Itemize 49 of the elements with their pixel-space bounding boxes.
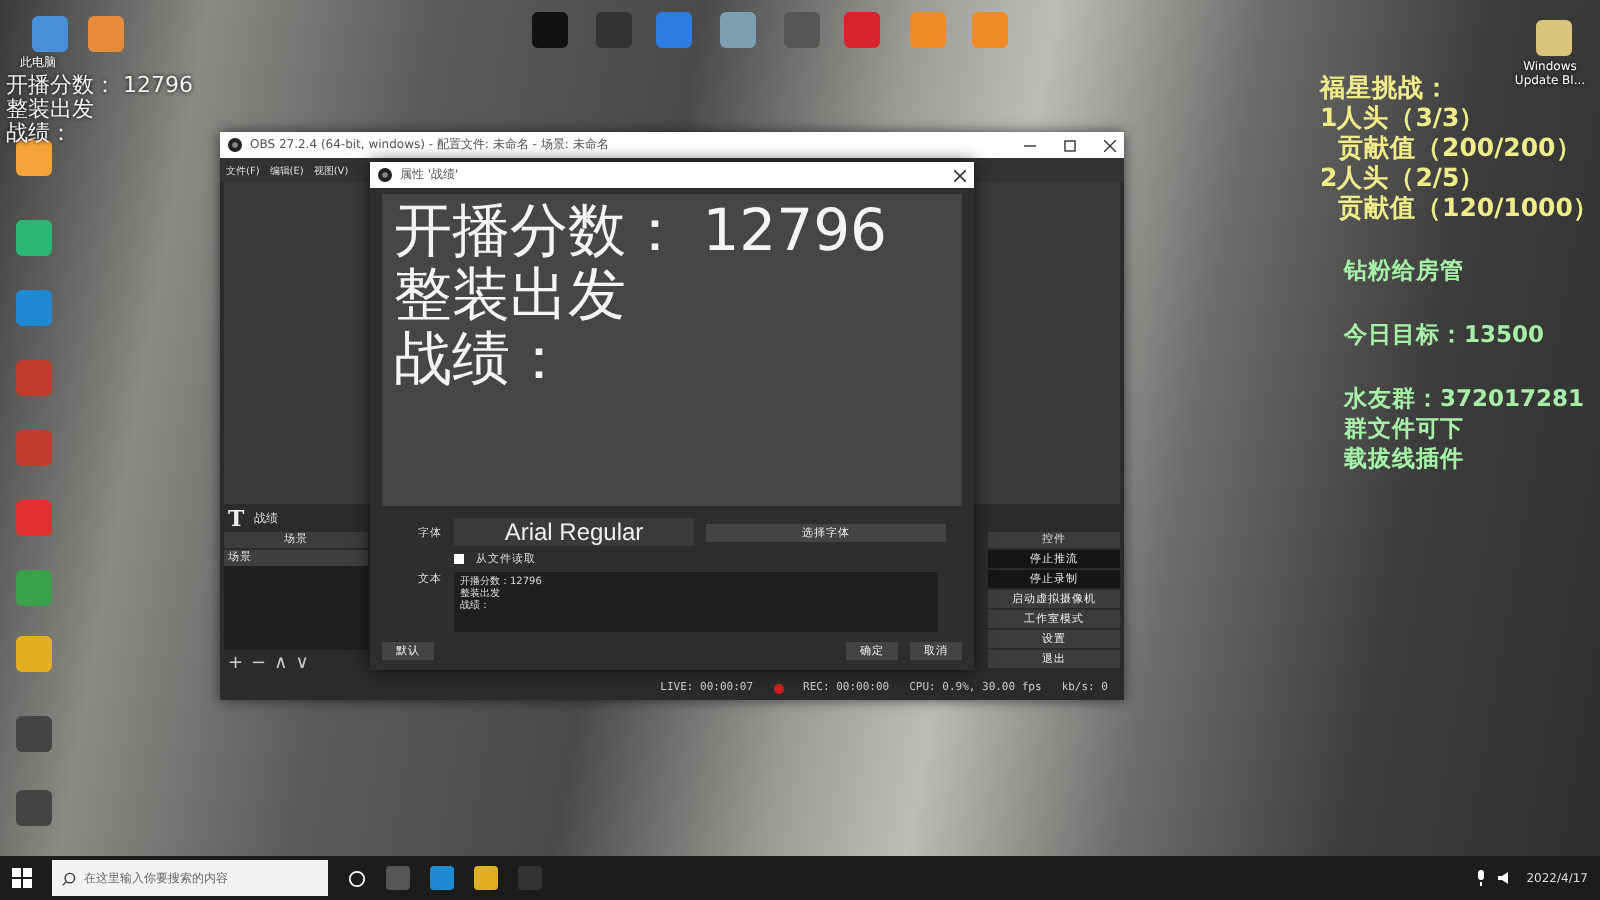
microphone-icon [1476, 870, 1487, 886]
preview-text: 开播分数： 12796 [394, 198, 889, 262]
preview-text: 战绩： [394, 326, 570, 390]
app-icon[interactable] [16, 290, 52, 326]
app-icon[interactable] [720, 12, 756, 48]
challenge-line: 1人头（3/3） [1320, 102, 1486, 132]
close-icon[interactable] [954, 169, 966, 181]
windows-start-icon[interactable] [12, 868, 32, 888]
scene-tool-button[interactable]: + [228, 654, 244, 674]
challenge-title: 福星挑战： [1320, 72, 1450, 102]
minimize-icon[interactable] [1024, 139, 1036, 151]
info-text: 钻粉给房管 [1344, 256, 1464, 286]
app-icon[interactable] [16, 570, 52, 606]
app-icon[interactable] [784, 12, 820, 48]
app-icon[interactable] [16, 140, 52, 176]
info-text: 水友群：372017281 [1344, 384, 1585, 414]
app-logo-icon [378, 168, 392, 182]
search-icon [62, 871, 76, 885]
app-icon[interactable] [16, 790, 52, 826]
scene-tool-button[interactable]: − [251, 654, 267, 674]
close-icon[interactable] [1104, 139, 1116, 151]
font-display: Arial Regular [454, 518, 694, 546]
app-icon[interactable] [532, 12, 568, 48]
checkbox[interactable] [454, 554, 464, 564]
app-icon[interactable] [596, 12, 632, 48]
scene-tool-button[interactable]: ∨ [295, 654, 309, 674]
overlay-text: 战绩： [6, 122, 74, 146]
preview-text: 整装出发 [394, 262, 628, 326]
challenge-line: 贡献值（200/200） [1336, 132, 1582, 162]
info-text: 载拔线插件 [1344, 444, 1464, 474]
challenge-line: 2人头（2/5） [1320, 162, 1486, 192]
challenge-line: 贡献值（120/1000） [1336, 192, 1599, 222]
maximize-icon[interactable] [1064, 139, 1076, 151]
overlay-text: 整装出发 [6, 98, 96, 122]
circle-icon[interactable] [348, 869, 366, 887]
app-icon[interactable] [16, 220, 52, 256]
info-text: 群文件可下 [1344, 414, 1464, 444]
record-dot-icon [773, 683, 784, 693]
text-source-icon: T [228, 505, 245, 531]
scene-tool-button[interactable]: ∧ [274, 654, 288, 674]
app-icon[interactable] [88, 16, 124, 52]
app-icon[interactable] [16, 636, 52, 672]
app-icon[interactable] [32, 16, 68, 52]
app-logo-icon [228, 138, 242, 152]
info-text: 今日目标：13500 [1344, 320, 1545, 350]
overlay-text: 开播分数： 12796 [6, 74, 193, 98]
app-icon[interactable] [656, 12, 692, 48]
app-icon[interactable] [1536, 20, 1572, 56]
app-icon[interactable] [16, 716, 52, 752]
